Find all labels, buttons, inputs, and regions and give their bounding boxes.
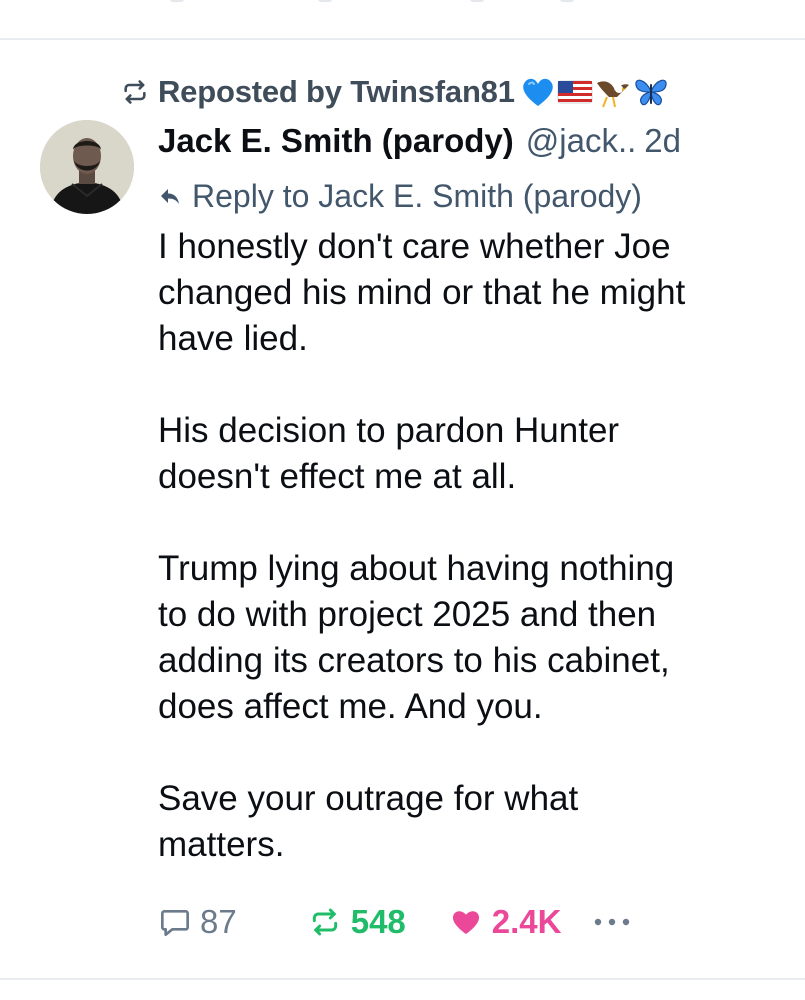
paragraph: His decision to pardon Hunter doesn't ef… <box>158 411 620 496</box>
heart-icon <box>448 906 484 938</box>
like-button[interactable]: 2.4K <box>448 903 562 941</box>
like-count: 2.4K <box>491 903 562 940</box>
paragraph: I honestly don't care whether Joe change… <box>158 227 686 358</box>
repost-label[interactable]: Reposted by Twinsfan81 <box>158 74 515 110</box>
reply-arrow-icon <box>158 184 182 208</box>
reply-to-indicator[interactable]: Reply to Jack E. Smith (parody) <box>158 174 642 218</box>
previous-post-fragment <box>0 0 805 38</box>
post-header: Jack E. Smith (parody) @jack.. 2d <box>158 122 681 166</box>
ellipsis-icon <box>592 917 632 927</box>
repost-button[interactable]: 548 <box>307 903 406 941</box>
repost-indicator[interactable]: Reposted by Twinsfan81 <box>120 72 669 112</box>
author-name[interactable]: Jack E. Smith (parody) <box>158 122 514 160</box>
post[interactable]: Reposted by Twinsfan81 Jack E. Smith (pa… <box>0 40 805 978</box>
display-name-emoji <box>521 75 669 109</box>
speech-bubble-icon <box>158 906 192 938</box>
author-handle[interactable]: @jack.. <box>526 122 637 160</box>
post-text: I honestly don't care whether Joe change… <box>158 224 788 868</box>
repost-icon <box>307 906 343 938</box>
avatar[interactable] <box>40 120 134 214</box>
post-actions: 87 548 2.4K <box>158 900 640 944</box>
paragraph: Trump lying about having nothing to do w… <box>158 549 675 726</box>
reply-button[interactable]: 87 <box>158 903 237 941</box>
post-time[interactable]: 2d <box>644 122 681 160</box>
repost-count: 548 <box>350 903 406 940</box>
reply-to-label[interactable]: Reply to Jack E. Smith (parody) <box>192 178 642 215</box>
bottom-divider <box>0 978 805 980</box>
more-options-button[interactable] <box>592 917 640 927</box>
reply-count: 87 <box>200 903 237 940</box>
butterfly-emoji <box>635 79 667 106</box>
paragraph: Save your outrage for what matters. <box>158 779 579 864</box>
repost-icon <box>120 78 150 106</box>
blue-heart-emoji <box>522 78 553 106</box>
us-flag-emoji <box>557 80 593 104</box>
eagle-emoji <box>596 81 629 108</box>
